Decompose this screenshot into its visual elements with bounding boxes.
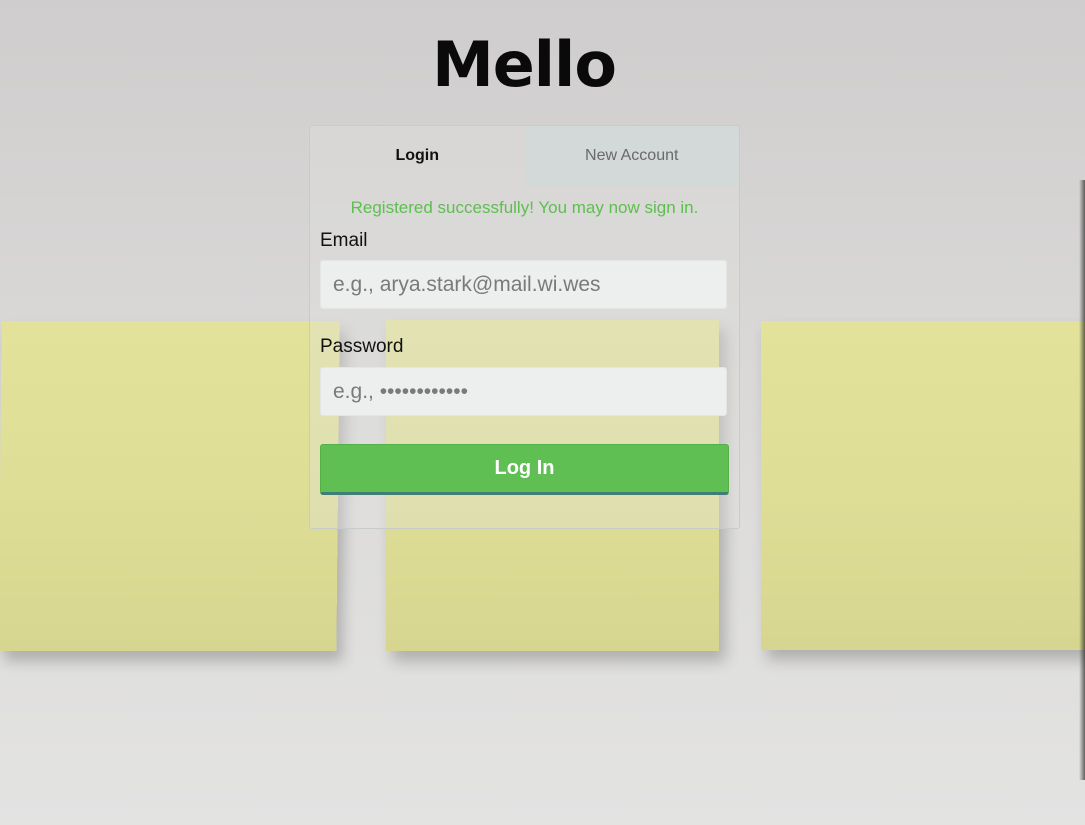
auth-tabs: Login New Account (310, 126, 739, 186)
login-button[interactable]: Log In (320, 444, 729, 495)
email-label: Email (320, 230, 368, 251)
tab-login[interactable]: Login (310, 126, 525, 186)
app-title: Mello (432, 28, 617, 101)
background-sticky-note (761, 321, 1085, 650)
email-field[interactable] (320, 260, 727, 309)
password-field[interactable] (320, 367, 727, 416)
password-label: Password (320, 336, 404, 357)
success-message: Registered successfully! You may now sig… (350, 198, 699, 217)
login-card: Login New Account Registered successfull… (309, 125, 740, 529)
background-shadow (1079, 180, 1085, 780)
login-page: Mello Login New Account Registered succe… (0, 0, 1085, 825)
tab-new-account[interactable]: New Account (524, 126, 739, 186)
background-sticky-note (0, 321, 340, 651)
